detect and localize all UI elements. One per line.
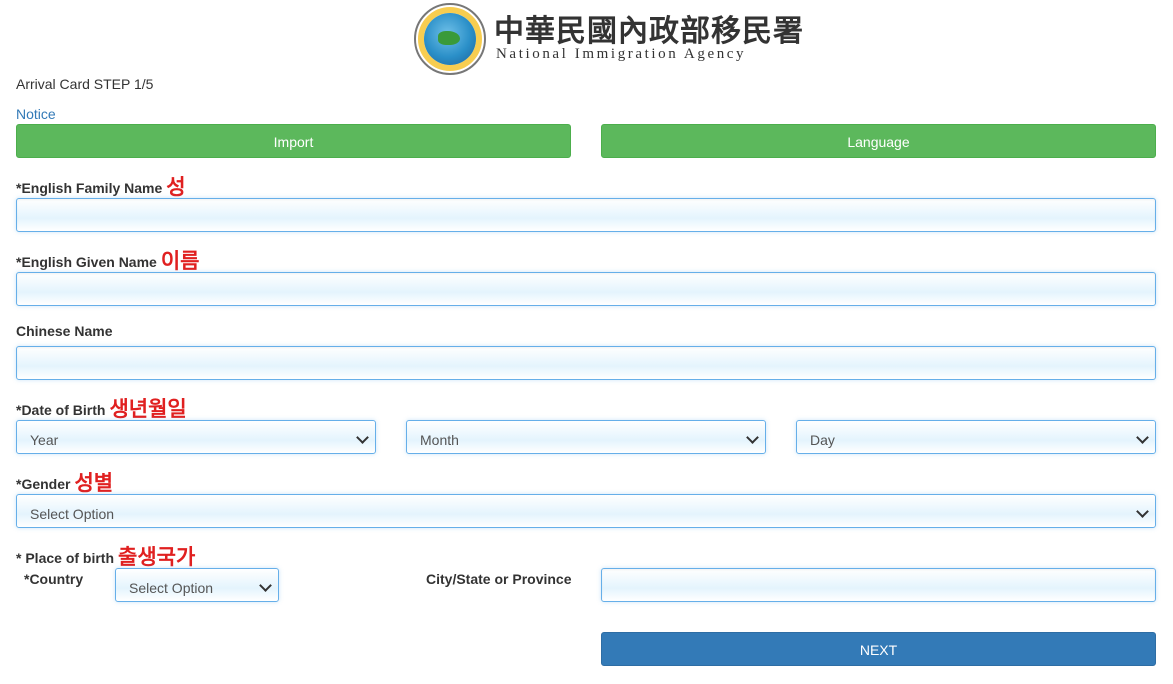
given-name-label: *English Given Name <box>16 254 157 270</box>
agency-name-chinese: 中華民國內政部移民署 <box>494 14 804 49</box>
language-button[interactable]: Language <box>601 124 1156 158</box>
family-name-label: *English Family Name <box>16 180 163 196</box>
country-label: *Country <box>24 571 84 587</box>
gender-label: *Gender <box>16 476 71 492</box>
given-name-korean-note: 이름 <box>160 250 200 273</box>
given-name-label-row: *English Given Name 이름 <box>16 244 199 274</box>
dob-day-select[interactable]: Day <box>796 420 1156 454</box>
gender-korean-note: 성별 <box>74 472 114 495</box>
country-select[interactable]: Select Option <box>115 568 279 602</box>
city-label: City/State or Province <box>426 571 572 587</box>
family-name-input[interactable] <box>16 198 1156 232</box>
dob-day-value: Day <box>810 432 835 448</box>
chevron-down-icon <box>356 431 369 444</box>
gender-select[interactable]: Select Option <box>16 494 1156 528</box>
city-input[interactable] <box>601 568 1156 602</box>
agency-logo-icon <box>414 3 486 75</box>
dob-year-select[interactable]: Year <box>16 420 376 454</box>
country-value: Select Option <box>129 580 214 596</box>
chevron-down-icon <box>1136 431 1149 444</box>
dob-label-row: *Date of Birth 생년월일 <box>16 392 187 422</box>
dob-month-value: Month <box>420 432 459 448</box>
chevron-down-icon <box>746 431 759 444</box>
given-name-input[interactable] <box>16 272 1156 306</box>
family-name-label-row: *English Family Name 성 <box>16 170 186 200</box>
dob-korean-note: 생년월일 <box>109 398 187 421</box>
gender-label-row: *Gender 성별 <box>16 466 113 496</box>
dob-month-select[interactable]: Month <box>406 420 766 454</box>
import-button[interactable]: Import <box>16 124 571 158</box>
dob-label: *Date of Birth <box>16 402 106 418</box>
notice-link[interactable]: Notice <box>16 106 56 122</box>
chevron-down-icon <box>259 579 272 592</box>
next-button[interactable]: NEXT <box>601 632 1156 666</box>
place-of-birth-korean-note: 출생국가 <box>118 546 196 569</box>
step-title: Arrival Card STEP 1/5 <box>16 76 154 92</box>
chinese-name-input[interactable] <box>16 346 1156 380</box>
chinese-name-label: Chinese Name <box>16 323 113 339</box>
chevron-down-icon <box>1136 505 1149 518</box>
agency-name-english: National Immigration Agency <box>496 46 747 62</box>
gender-value: Select Option <box>30 506 115 522</box>
dob-year-value: Year <box>30 432 59 448</box>
family-name-korean-note: 성 <box>166 176 186 199</box>
place-of-birth-label-row: * Place of birth 출생국가 <box>16 540 195 570</box>
place-of-birth-label: * Place of birth <box>16 550 115 566</box>
